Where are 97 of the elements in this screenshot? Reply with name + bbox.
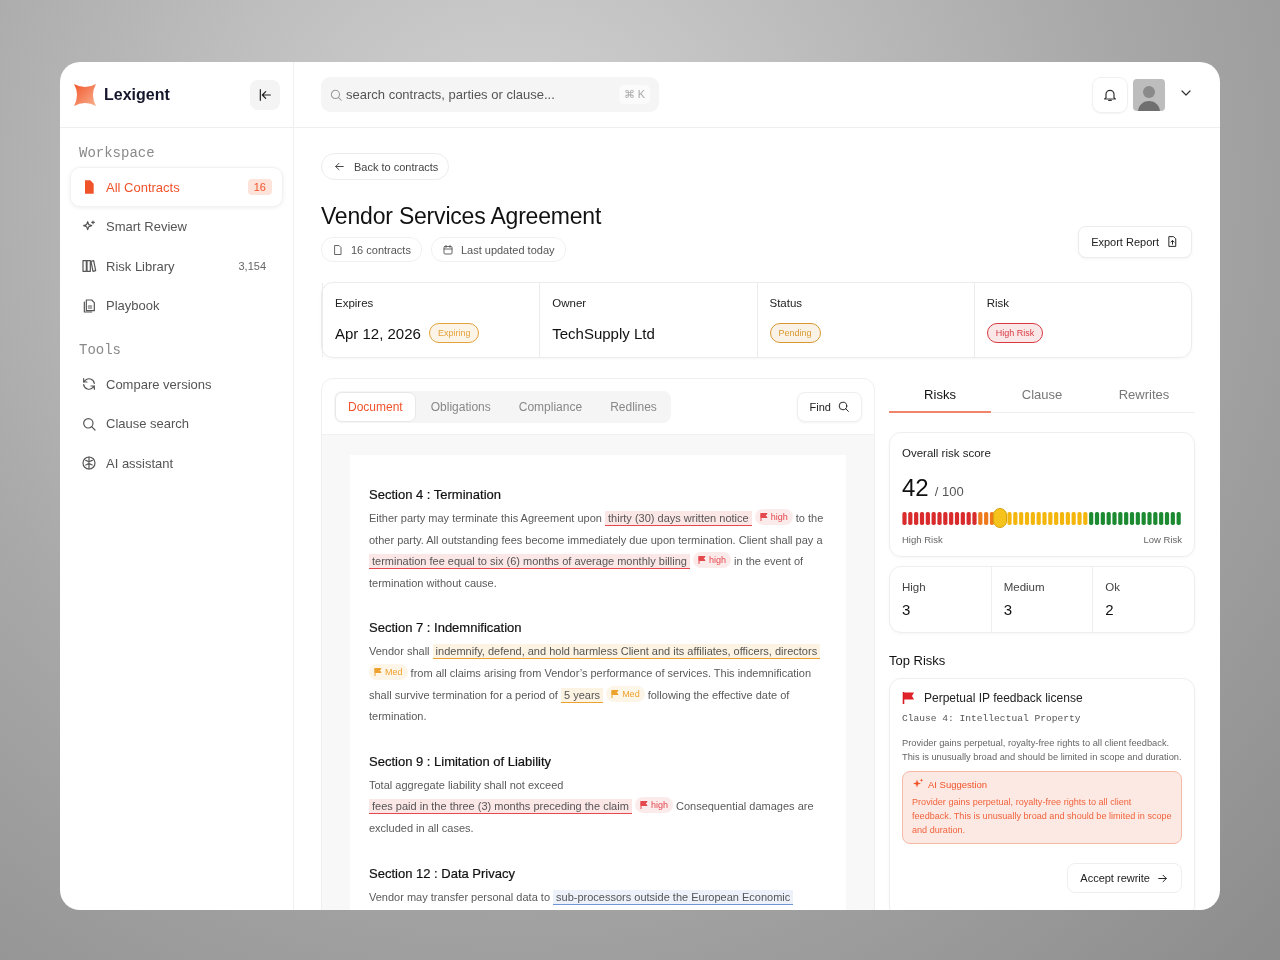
flag-icon xyxy=(759,513,768,521)
card-label: Risk xyxy=(986,297,1011,309)
find-button[interactable]: Find xyxy=(796,391,862,422)
highlighted-clause[interactable]: fees paid in the three (3) months preceding the claim xyxy=(369,799,632,815)
count-value: 2 xyxy=(1105,601,1115,618)
collapse-icon xyxy=(257,86,273,103)
score-total: / 100 xyxy=(934,484,964,499)
sidebar-item[interactable]: All Contracts 16 xyxy=(70,167,283,207)
item-label: Risk Library xyxy=(106,258,176,274)
tag-label: high xyxy=(650,799,668,812)
panel-tab[interactable]: Rewrites xyxy=(1093,378,1195,413)
tag-label: high xyxy=(770,511,788,523)
section-heading: Section 12 : Data Privacy xyxy=(369,865,516,881)
highlighted-clause[interactable]: 5 years xyxy=(561,687,604,703)
panel-tab[interactable]: Clause xyxy=(991,378,1093,413)
suggestion-text: Provider gains perpetual, royalty-free rights to all client feedback. This is unusually broad and should be limited in scope and duration. xyxy=(912,796,1172,837)
item-count: 16 xyxy=(247,179,272,195)
section-heading: Section 9 : Limitation of Liability xyxy=(369,753,553,769)
risk-description: Provider gains perpetual, royalty-free rights to all client feedback. This is unusually broad and should be limited in scope and duration. xyxy=(902,737,1182,764)
count-value: 3 xyxy=(1003,601,1013,618)
meta-label: Last updated today xyxy=(460,243,555,256)
refresh-icon xyxy=(81,376,97,392)
back-button[interactable]: Back to contracts xyxy=(321,153,450,180)
books-icon xyxy=(81,258,97,274)
avatar[interactable] xyxy=(1133,78,1165,111)
flag-icon xyxy=(374,667,382,676)
card-label: Status xyxy=(769,297,804,309)
suggestion-title: AI Suggestion xyxy=(928,778,988,790)
highlighted-clause[interactable]: sub-processors outside the European Economic xyxy=(553,889,794,905)
logo-icon xyxy=(74,83,96,106)
collapse-sidebar-button[interactable] xyxy=(250,79,280,110)
meta-label: 16 contracts xyxy=(351,243,411,256)
item-label: All Contracts xyxy=(106,179,181,195)
tag-label: Med xyxy=(622,687,640,700)
item-label: AI assistant xyxy=(106,455,175,471)
highlighted-clause[interactable]: thirty (30) days written notice xyxy=(605,511,752,526)
clause-reference: Clause 4: Intellectual Property xyxy=(902,713,1082,724)
search-icon xyxy=(81,415,97,432)
section-heading: Workspace xyxy=(79,145,156,161)
arrow-left-icon xyxy=(333,160,346,173)
tag-label: Med xyxy=(385,665,403,678)
item-label: Smart Review xyxy=(106,219,188,234)
item-label: Clause search xyxy=(106,416,191,431)
section-heading: Section 4 : Termination xyxy=(369,487,502,502)
card-label: Owner xyxy=(552,297,588,309)
paragraph: Total aggregate liability shall not exceed fees paid in the three (3) months preceding the claim high Consequential damages are excluded in all cases. xyxy=(369,777,815,836)
search-icon xyxy=(837,400,850,413)
count-label: Ok xyxy=(1105,581,1122,593)
section-heading: Tools xyxy=(79,342,122,358)
flag-icon xyxy=(697,556,706,565)
panel-tab[interactable]: Risks xyxy=(889,378,991,413)
card-value: TechSupply Ltd xyxy=(552,324,655,342)
status-badge: Expiring xyxy=(428,323,480,343)
risk-score: 42 xyxy=(902,474,929,502)
paragraph: Vendor may transfer personal data to sub-processors outside the European Economic xyxy=(369,886,827,909)
notifications-button[interactable] xyxy=(1092,76,1128,113)
export-report-button[interactable]: Export Report xyxy=(1078,225,1192,258)
tag-label: high xyxy=(708,554,726,567)
sidebar-item[interactable]: Compare versions xyxy=(70,364,283,404)
paragraph: Vendor shall indemnify, defend, and hold harmless Client and its affiliates, officers, directors Med from all claims arising from Vendor’s performance of services. This indemnification shall survive termination for a period of 5 years Med following the effective date of termination. xyxy=(369,641,827,728)
flag-icon xyxy=(611,689,620,698)
sidebar-item[interactable]: AI assistant xyxy=(70,443,283,483)
count-label: High xyxy=(902,581,927,593)
page-title: Vendor Services Agreement xyxy=(321,203,603,230)
highlighted-clause[interactable]: indemnify, defend, and hold harmless Client and its affiliates, officers, directors xyxy=(432,644,821,660)
pages-icon xyxy=(81,297,97,314)
brand-name: Lexigent xyxy=(104,85,171,104)
card-value: Apr 12, 2026 xyxy=(335,324,421,342)
file-icon xyxy=(332,243,344,256)
shortcut-hint: ⌘ K xyxy=(618,85,650,104)
item-label: Playbook xyxy=(106,298,161,313)
count-value: 3 xyxy=(902,601,912,618)
document-tab[interactable]: Document xyxy=(335,391,416,422)
sidebar-item[interactable]: Playbook xyxy=(70,285,283,326)
status-badge: High Risk xyxy=(986,323,1044,343)
sidebar-item[interactable]: Clause search xyxy=(70,403,283,444)
item-count: 3,154 xyxy=(237,259,267,274)
search-icon xyxy=(329,87,343,102)
risk-title: Perpetual IP feedback license xyxy=(924,691,1083,705)
scale-label: High Risk xyxy=(902,534,943,545)
calendar-icon xyxy=(441,243,454,256)
section-heading: Section 7 : Indemnification xyxy=(369,620,523,636)
sidebar-item[interactable]: Smart Review xyxy=(70,206,283,247)
file-upload-icon xyxy=(1166,235,1179,248)
count-label: Medium xyxy=(1003,581,1046,593)
scale-label: Low Risk xyxy=(1143,534,1182,545)
highlighted-clause[interactable]: termination fee equal to six (6) months of average monthly billing xyxy=(369,554,690,570)
accept-rewrite-button[interactable]: Accept rewrite xyxy=(1067,863,1182,893)
paragraph: Either party may terminate this Agreement upon thirty (30) days written notice high to the other party. All outstanding fees become immediately due upon termination. Client shall pay a termination fee equal to six (6) months of average monthly billing high in the event of termination without cause. xyxy=(369,508,827,595)
flag-icon xyxy=(902,691,916,705)
flag-icon xyxy=(639,801,648,810)
status-badge: Pending xyxy=(769,323,821,343)
card-label: Expires xyxy=(335,297,375,309)
card-title: Overall risk score xyxy=(902,447,992,459)
sidebar-item[interactable]: Risk Library 3,154 xyxy=(70,246,283,286)
item-label: Compare versions xyxy=(106,376,213,392)
section-title: Top Risks xyxy=(889,653,947,668)
